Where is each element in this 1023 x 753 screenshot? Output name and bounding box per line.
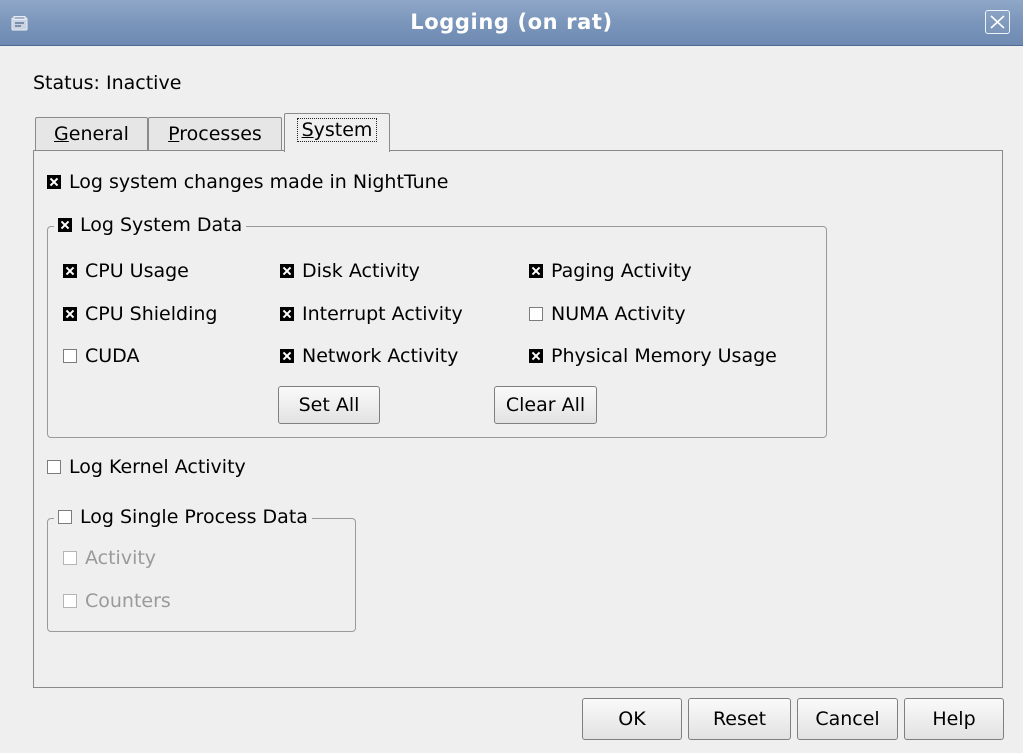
close-button[interactable]	[985, 10, 1010, 34]
checkbox-box[interactable]	[58, 510, 72, 524]
interrupt-activity-checkbox[interactable]: Interrupt Activity	[280, 303, 463, 325]
checkbox-label: Interrupt Activity	[302, 303, 463, 325]
checkbox-box[interactable]	[47, 460, 61, 474]
checkbox-label: Log Single Process Data	[80, 506, 308, 528]
tab-general[interactable]: General	[35, 117, 148, 151]
checkbox-label: Log Kernel Activity	[69, 456, 246, 478]
checkbox-label: Log system changes made in NightTune	[69, 171, 449, 193]
tab-label: rocesses	[179, 123, 262, 145]
checkbox-box[interactable]	[280, 349, 294, 363]
checkbox-box[interactable]	[58, 218, 72, 232]
checkbox-label: CUDA	[85, 345, 140, 367]
checkbox-label: Log System Data	[80, 214, 243, 236]
tab-system[interactable]: System	[284, 113, 390, 152]
tab-mnemonic: S	[301, 119, 314, 141]
checkbox-box	[63, 594, 77, 608]
set-all-button[interactable]: Set All	[278, 386, 380, 424]
checkbox-box[interactable]	[280, 264, 294, 278]
checkbox-box[interactable]	[529, 349, 543, 363]
log-changes-checkbox[interactable]: Log system changes made in NightTune	[47, 171, 448, 193]
checkbox-box[interactable]	[63, 349, 77, 363]
title-bar[interactable]: Logging (on rat)	[0, 0, 1023, 46]
tab-processes[interactable]: Processes	[148, 117, 282, 151]
checkbox-box[interactable]	[280, 307, 294, 321]
checkbox-label: Physical Memory Usage	[551, 345, 777, 367]
counters-checkbox: Counters	[63, 590, 171, 612]
physical-memory-usage-checkbox[interactable]: Physical Memory Usage	[529, 345, 777, 367]
checkbox-label: Paging Activity	[551, 260, 692, 282]
log-single-process-checkbox[interactable]: Log Single Process Data	[54, 506, 312, 528]
system-data-group: Log System Data CPU Usage Disk Activity …	[47, 214, 827, 438]
log-kernel-activity-checkbox[interactable]: Log Kernel Activity	[47, 456, 246, 478]
numa-activity-checkbox[interactable]: NUMA Activity	[529, 303, 686, 325]
checkbox-label: CPU Shielding	[85, 303, 218, 325]
cancel-button[interactable]: Cancel	[797, 698, 898, 740]
paging-activity-checkbox[interactable]: Paging Activity	[529, 260, 692, 282]
cpu-usage-checkbox[interactable]: CPU Usage	[63, 260, 189, 282]
tab-label-focus: System	[296, 118, 378, 142]
tab-label: eneral	[68, 123, 129, 145]
checkbox-box[interactable]	[529, 264, 543, 278]
checkbox-box[interactable]	[63, 307, 77, 321]
checkbox-box[interactable]	[47, 175, 61, 189]
status-label: Status: Inactive	[33, 72, 182, 94]
close-icon	[990, 15, 1005, 29]
log-system-data-checkbox[interactable]: Log System Data	[54, 214, 247, 236]
checkbox-label: Counters	[85, 590, 171, 612]
checkbox-box[interactable]	[529, 307, 543, 321]
tab-mnemonic: G	[54, 123, 69, 145]
single-process-group: Log Single Process Data Activity Counter…	[47, 506, 356, 632]
clear-all-button[interactable]: Clear All	[494, 386, 597, 424]
disk-activity-checkbox[interactable]: Disk Activity	[280, 260, 420, 282]
tab-mnemonic: P	[168, 123, 180, 145]
ok-button[interactable]: OK	[582, 698, 682, 740]
reset-button[interactable]: Reset	[688, 698, 791, 740]
tab-label: ystem	[313, 119, 373, 141]
checkbox-label: CPU Usage	[85, 260, 189, 282]
checkbox-label: Disk Activity	[302, 260, 420, 282]
cuda-checkbox[interactable]: CUDA	[63, 345, 139, 367]
checkbox-box	[63, 551, 77, 565]
checkbox-box[interactable]	[63, 264, 77, 278]
checkbox-label: Activity	[85, 547, 157, 569]
checkbox-label: NUMA Activity	[551, 303, 686, 325]
window-title: Logging (on rat)	[410, 10, 613, 34]
system-tab-panel: Log system changes made in NightTune Log…	[33, 150, 1003, 688]
activity-checkbox: Activity	[63, 547, 156, 569]
checkbox-label: Network Activity	[302, 345, 459, 367]
cpu-shielding-checkbox[interactable]: CPU Shielding	[63, 303, 217, 325]
network-activity-checkbox[interactable]: Network Activity	[280, 345, 458, 367]
help-button[interactable]: Help	[904, 698, 1004, 740]
